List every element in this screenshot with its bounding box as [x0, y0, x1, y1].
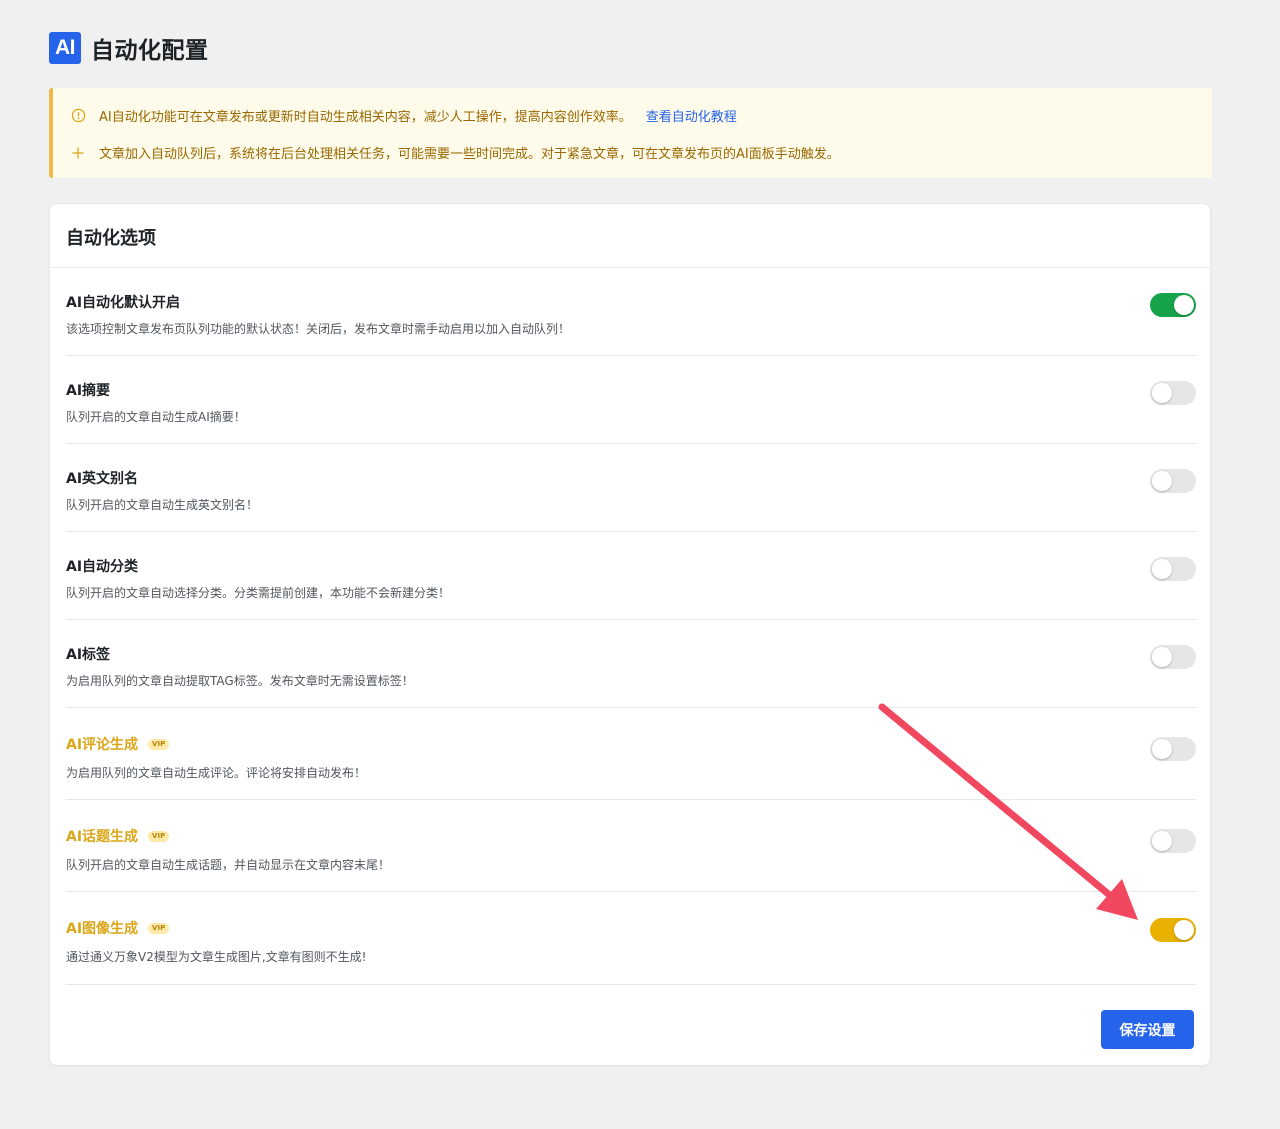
option-ai-slug: AI英文别名 队列开启的文章自动生成英文别名！	[66, 444, 1196, 532]
option-desc: 队列开启的文章自动选择分类。分类需提前创建，本功能不会新建分类！	[66, 586, 451, 600]
option-ai-category: AI自动分类 队列开启的文章自动选择分类。分类需提前创建，本功能不会新建分类！	[66, 532, 1196, 620]
option-title-text: AI自动化默认开启	[66, 295, 181, 311]
option-title: AI摘要	[66, 380, 110, 400]
vip-badge: VIP	[148, 922, 170, 934]
option-desc: 队列开启的文章自动生成AI摘要！	[66, 410, 246, 424]
toggle-knob	[1152, 831, 1172, 851]
option-title: AI标签	[66, 644, 110, 664]
option-title-text: AI话题生成	[66, 829, 139, 845]
option-ai-images: AI图像生成 VIP 通过通义万象V2模型为文章生成图片,文章有图则不生成!	[66, 892, 1196, 985]
toggle-knob	[1152, 647, 1172, 667]
tutorial-link[interactable]: 查看自动化教程	[646, 106, 737, 125]
notice-text-1: AI自动化功能可在文章发布或更新时自动生成相关内容，减少人工操作，提高内容创作效…	[99, 110, 632, 125]
ai-comments-toggle[interactable]	[1150, 737, 1196, 761]
option-desc: 通过通义万象V2模型为文章生成图片,文章有图则不生成!	[66, 950, 367, 964]
ai-tags-toggle[interactable]	[1150, 645, 1196, 669]
option-title-text: AI摘要	[66, 383, 111, 399]
save-settings-button[interactable]: 保存设置	[1101, 1010, 1194, 1049]
option-desc: 队列开启的文章自动生成英文别名！	[66, 498, 259, 512]
ai-images-toggle[interactable]	[1150, 918, 1196, 942]
option-title-text: AI图像生成	[66, 921, 139, 937]
option-ai-comments: AI评论生成 VIP 为启用队列的文章自动生成评论。评论将安排自动发布！	[66, 708, 1196, 800]
card-title: 自动化选项	[66, 228, 156, 249]
option-title: AI话题生成 VIP	[66, 826, 170, 846]
notice-line-1: AI自动化功能可在文章发布或更新时自动生成相关内容，减少人工操作，提高内容创作效…	[69, 106, 737, 125]
auto-default-toggle[interactable]	[1150, 293, 1196, 317]
option-desc: 该选项控制文章发布页队列功能的默认状态！关闭后，发布文章时需手动启用以加入自动队…	[66, 322, 571, 336]
option-title: AI自动化默认开启	[66, 292, 180, 312]
vip-badge: VIP	[148, 738, 170, 750]
toggle-knob	[1152, 739, 1172, 759]
info-notice: AI自动化功能可在文章发布或更新时自动生成相关内容，减少人工操作，提高内容创作效…	[49, 88, 1212, 178]
option-desc: 队列开启的文章自动生成话题，并自动显示在文章内容末尾！	[66, 858, 391, 872]
ai-category-toggle[interactable]	[1150, 557, 1196, 581]
option-title-text: AI自动分类	[66, 559, 139, 575]
option-title-text: AI标签	[66, 647, 111, 663]
option-desc: 为启用队列的文章自动提取TAG标签。发布文章时无需设置标签！	[66, 674, 414, 688]
option-ai-summary: AI摘要 队列开启的文章自动生成AI摘要！	[66, 356, 1196, 444]
ai-summary-toggle[interactable]	[1150, 381, 1196, 405]
ai-topics-toggle[interactable]	[1150, 829, 1196, 853]
notice-line-2: 文章加入自动队列后，系统将在后台处理相关任务，可能需要一些时间完成。对于紧急文章…	[69, 143, 840, 162]
toggle-knob	[1152, 383, 1172, 403]
option-title-text: AI英文别名	[66, 471, 139, 487]
toggle-knob	[1174, 295, 1194, 315]
toggle-knob	[1174, 920, 1194, 940]
notice-text-2: 文章加入自动队列后，系统将在后台处理相关任务，可能需要一些时间完成。对于紧急文章…	[99, 147, 840, 162]
option-ai-tags: AI标签 为启用队列的文章自动提取TAG标签。发布文章时无需设置标签！	[66, 620, 1196, 708]
option-ai-topics: AI话题生成 VIP 队列开启的文章自动生成话题，并自动显示在文章内容末尾！	[66, 800, 1196, 892]
toggle-knob	[1152, 471, 1172, 491]
automation-options-card: 自动化选项 AI自动化默认开启 该选项控制文章发布页队列功能的默认状态！关闭后，…	[49, 203, 1211, 1066]
page-header: AI 自动化配置	[49, 31, 209, 65]
page-title: 自动化配置	[91, 38, 209, 64]
toggle-knob	[1152, 559, 1172, 579]
plus-icon	[69, 144, 87, 162]
option-title: AI评论生成 VIP	[66, 734, 170, 754]
vip-badge: VIP	[148, 830, 170, 842]
ai-slug-toggle[interactable]	[1150, 469, 1196, 493]
option-title-text: AI评论生成	[66, 737, 139, 753]
page: AI 自动化配置 AI自动化功能可在文章发布或更新时自动生成相关内容，减少人工操…	[0, 0, 1280, 1129]
option-title: AI英文别名	[66, 468, 138, 488]
option-title: AI自动分类	[66, 556, 138, 576]
ai-logo-icon: AI	[49, 32, 81, 64]
option-desc: 为启用队列的文章自动生成评论。评论将安排自动发布！	[66, 766, 367, 780]
option-auto-default: AI自动化默认开启 该选项控制文章发布页队列功能的默认状态！关闭后，发布文章时需…	[66, 268, 1196, 356]
option-title: AI图像生成 VIP	[66, 918, 170, 938]
info-circle-icon	[69, 107, 87, 125]
